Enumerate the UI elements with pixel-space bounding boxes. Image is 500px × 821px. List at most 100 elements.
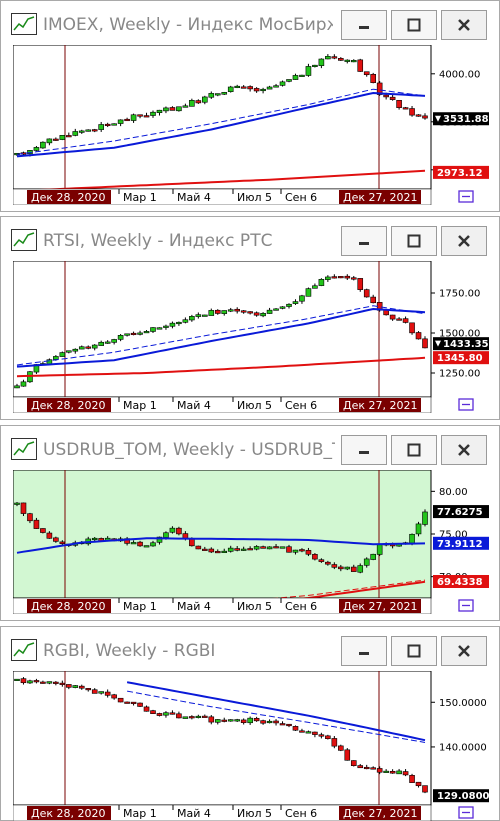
window-titlebar[interactable]: RTSI, Weekly - Индекс РТС xyxy=(1,217,499,261)
candle-body xyxy=(338,745,344,751)
candle-body xyxy=(156,109,163,113)
candle-body xyxy=(27,513,33,522)
candle xyxy=(221,91,228,95)
close-icon xyxy=(458,645,470,657)
candle-body xyxy=(279,546,286,549)
candle-body xyxy=(163,107,169,112)
candle xyxy=(85,129,92,132)
candle-body xyxy=(33,147,40,151)
candle-body xyxy=(409,108,415,116)
candle xyxy=(357,58,364,72)
candle-body xyxy=(98,124,104,130)
candle-body xyxy=(14,502,20,505)
candle-body xyxy=(389,314,396,320)
maximize-button[interactable] xyxy=(391,10,437,40)
candle xyxy=(227,85,234,93)
candle-body xyxy=(40,681,46,684)
usdrub-chart[interactable]: 80.0075.0070.0069.433873.911277.6275Дек … xyxy=(13,470,491,614)
candle-body xyxy=(227,547,234,552)
x-date-label: Сен 6 xyxy=(285,191,317,204)
maximize-button[interactable] xyxy=(391,435,437,465)
close-icon xyxy=(458,235,470,247)
window-titlebar[interactable]: IMOEX, Weekly - Индекс МосБиржи xyxy=(1,1,499,45)
candle-body xyxy=(325,56,331,60)
close-button[interactable] xyxy=(441,226,487,256)
candle-body xyxy=(273,720,279,724)
candle xyxy=(143,545,150,548)
candle-body xyxy=(292,549,299,553)
window-titlebar[interactable]: USDRUB_TOM, Weekly - USDRUB_T... xyxy=(1,426,499,470)
candle-body xyxy=(292,301,299,304)
y-tick-label: 1750.00 xyxy=(439,289,480,300)
candle xyxy=(299,74,305,77)
candle-body xyxy=(20,381,27,387)
rgbi-chart[interactable]: 150.0000 140.0000 129.0800 Дек 28, 2020 Мар … xyxy=(13,671,491,821)
maximize-button[interactable] xyxy=(391,636,437,666)
candle-body xyxy=(370,553,376,560)
candle-body xyxy=(169,527,176,533)
minimize-button[interactable] xyxy=(341,226,387,256)
candle-body xyxy=(299,295,305,302)
close-button[interactable] xyxy=(441,10,487,40)
candle-body xyxy=(396,318,402,321)
candle-body xyxy=(350,760,357,767)
candle-body xyxy=(305,731,312,734)
candle-body xyxy=(169,712,176,715)
minimize-button[interactable] xyxy=(341,10,387,40)
candle-body xyxy=(292,75,299,80)
last-price-tag-text: 3531.88 xyxy=(443,114,489,125)
candle-body xyxy=(14,385,20,389)
candle-body xyxy=(409,775,415,783)
chart-window-rgbi[interactable]: RGBI, Weekly - RGBI 150.0000 140.0000 129.… xyxy=(0,626,500,821)
x-date-label: Мар 1 xyxy=(123,600,157,613)
candle-body xyxy=(104,341,111,344)
candle xyxy=(292,725,299,731)
candle-body xyxy=(143,706,150,712)
chart-window-usdrub[interactable]: USDRUB_TOM, Weekly - USDRUB_T... 80.00 75… xyxy=(0,425,500,621)
candle-body xyxy=(338,276,344,279)
candle-body xyxy=(325,735,331,740)
imoex-chart[interactable]: 4000.003500.003000.002973.123531.88Дек 2… xyxy=(13,45,491,205)
x-date-label: Дек 27, 2021 xyxy=(343,600,418,613)
candle-body xyxy=(221,92,228,95)
candle-body xyxy=(66,135,72,138)
candle-body xyxy=(59,541,66,545)
candle xyxy=(376,543,383,557)
candle-body xyxy=(98,691,104,694)
candle xyxy=(176,526,182,536)
minimize-button[interactable] xyxy=(341,435,387,465)
close-icon xyxy=(458,444,470,456)
candle-body xyxy=(143,331,150,334)
rtsi-chart[interactable]: 1750.001500.001250.001345.801433.35Дек 2… xyxy=(13,261,491,413)
close-button[interactable] xyxy=(441,435,487,465)
candle-body xyxy=(40,141,46,149)
chart-window-imoex[interactable]: IMOEX, Weekly - Индекс МосБиржи 4000.00 3… xyxy=(0,0,500,212)
chart-window-rtsi[interactable]: RTSI, Weekly - Индекс РТС 1750.00 1500.00… xyxy=(0,216,500,420)
candle-body xyxy=(415,332,422,340)
candle-body xyxy=(117,697,124,703)
minimize-button[interactable] xyxy=(341,636,387,666)
candle-body xyxy=(299,730,305,733)
x-date-label: Сен 6 xyxy=(285,600,317,613)
chart-app-icon xyxy=(11,438,37,460)
close-button[interactable] xyxy=(441,636,487,666)
last-price-tag: 3531.88 xyxy=(433,112,489,126)
window-titlebar[interactable]: RGBI, Weekly - RGBI xyxy=(1,627,499,671)
close-icon xyxy=(458,19,470,31)
x-date-label: Сен 6 xyxy=(285,399,317,412)
y-tick-label: 1250.00 xyxy=(439,369,480,380)
plot-area xyxy=(13,45,432,190)
candle-body xyxy=(286,79,292,82)
candle xyxy=(176,106,182,112)
candle-body xyxy=(72,348,79,352)
candle xyxy=(202,314,208,317)
candle-body xyxy=(260,720,266,724)
candle-body xyxy=(422,785,428,793)
candle-body xyxy=(98,341,104,346)
candle-body xyxy=(124,118,130,122)
candle-body xyxy=(46,138,53,144)
last-price-tag: 129.0800 xyxy=(433,789,490,803)
candle-body xyxy=(279,306,286,309)
maximize-button[interactable] xyxy=(391,226,437,256)
x-date-label: Май 4 xyxy=(177,399,211,412)
